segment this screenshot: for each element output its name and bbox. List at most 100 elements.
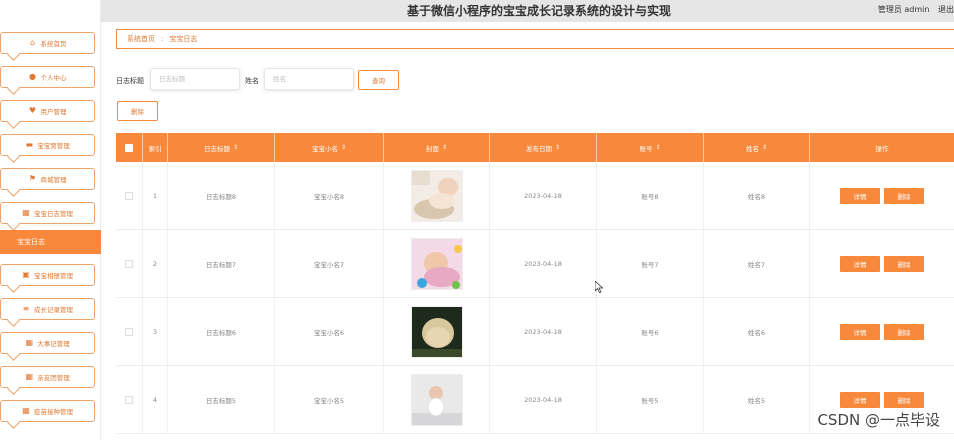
cell-nickname: 宝宝小名7 [275,230,384,298]
detail-button[interactable]: 详情 [840,256,880,272]
sidebar-item-album[interactable]: ▣ 宝宝相册管理 [0,264,95,286]
cell-date: 2023-04-18 [490,366,597,434]
sidebar-item-label: 疫苗接种管理 [34,408,73,416]
crib-icon: ▬ [25,140,34,149]
sidebar-item-vaccine[interactable]: ▦ 疫苗接种管理 [0,400,95,422]
sidebar-item-shop[interactable]: ⚑ 商城管理 [0,168,95,190]
table-row: 1 日志标题8 宝宝小名8 2023-04-18 账号8 姓名8 详情 删除 [116,162,954,230]
cell-index: 1 [143,162,168,230]
top-header: 基于微信小程序的宝宝成长记录系统的设计与实现 管理员 admin 退出 [101,0,954,22]
grid-icon: ▦ [22,208,30,217]
breadcrumb-separator: : [161,35,164,43]
cell-name: 姓名8 [704,162,810,230]
header-select-all[interactable] [116,133,143,162]
column-nickname[interactable]: 宝宝小名 ⇕ [275,133,384,162]
search-name-input[interactable] [264,68,354,90]
sidebar: ⌂ 系统首页 ● 个人中心 ♥ 用户管理 ▬ 宝宝窝管理 ⚑ 商城管理 ▦ 宝宝… [0,0,101,440]
cover-image [410,170,463,222]
grid-icon: ▦ [22,406,30,415]
cell-nickname: 宝宝小名5 [275,366,384,434]
header-user-area: 管理员 admin 退出 [872,4,954,15]
sort-icon: ⇕ [441,144,448,151]
cell-account: 账号5 [597,366,704,434]
sort-icon: ⇕ [761,144,768,151]
search-title-label: 日志标题 [116,77,144,85]
mouse-cursor-icon [595,281,603,293]
sidebar-item-users[interactable]: ♥ 用户管理 [0,100,95,122]
sidebar-item-family[interactable]: ▦ 亲友团管理 [0,366,95,388]
sidebar-item-profile[interactable]: ● 个人中心 [0,66,95,88]
sidebar-item-home[interactable]: ⌂ 系统首页 [0,32,95,54]
column-date[interactable]: 发布日期 ⇕ [490,133,597,162]
search-title-input[interactable] [150,68,240,90]
delete-button[interactable]: 删除 [884,256,924,272]
users-icon: ♥ [28,106,37,115]
column-title[interactable]: 日志标题 ⇕ [168,133,275,162]
cell-name: 姓名6 [704,298,810,366]
delete-button[interactable]: 删除 [884,188,924,204]
cell-date: 2023-04-18 [490,298,597,366]
sidebar-item-label: 宝宝日志管理 [34,210,73,218]
flag-icon: ⚑ [28,174,37,183]
user-icon: ● [29,72,36,81]
column-name[interactable]: 姓名 ⇕ [704,133,810,162]
cell-account: 账号6 [597,298,704,366]
delete-button[interactable]: 删除 [884,392,924,408]
batch-delete-button[interactable]: 删除 [117,101,158,121]
watermark-text: CSDN @一点毕设 [817,411,940,429]
cell-index: 4 [143,366,168,434]
list-icon: ≡ [22,304,30,313]
cell-name: 姓名5 [704,366,810,434]
breadcrumb: 系统首页 : 宝宝日志 [116,29,954,49]
sidebar-item-label: 成长记录管理 [34,306,73,314]
sidebar-item-label: 个人中心 [40,74,67,82]
cell-title: 日志标题7 [168,230,275,298]
cell-account: 账号8 [597,162,704,230]
detail-button[interactable]: 详情 [840,392,880,408]
cell-title: 日志标题5 [168,366,275,434]
cell-actions: 详情 删除 [810,298,954,366]
cell-nickname: 宝宝小名8 [275,162,384,230]
cell-date: 2023-04-18 [490,230,597,298]
row-checkbox[interactable] [125,396,133,404]
select-all-checkbox[interactable] [125,143,133,152]
user-label: 管理员 admin [877,5,930,14]
cell-index: 3 [143,298,168,366]
query-button[interactable]: 查询 [358,70,399,90]
column-index: 索引 [143,133,168,162]
detail-button[interactable]: 详情 [840,324,880,340]
cell-name: 姓名7 [704,230,810,298]
cover-image [410,306,463,358]
grid-icon: ▦ [25,338,34,347]
sidebar-item-events[interactable]: ▦ 大事记管理 [0,332,95,354]
sidebar-item-label: 商城管理 [40,176,67,184]
cell-account: 账号7 [597,230,704,298]
sidebar-item-crib[interactable]: ▬ 宝宝窝管理 [0,134,95,156]
sidebar-item-log[interactable]: ▦ 宝宝日志管理 [0,202,95,224]
sidebar-item-label: 宝宝窝管理 [37,142,70,150]
page-title: 基于微信小程序的宝宝成长记录系统的设计与实现 [407,4,672,18]
sidebar-item-label: 大事记管理 [37,340,70,348]
sidebar-item-growth[interactable]: ≡ 成长记录管理 [0,298,95,320]
row-checkbox[interactable] [125,260,133,268]
home-icon: ⌂ [29,38,36,47]
breadcrumb-home[interactable]: 系统首页 [127,34,155,44]
sidebar-item-label: 宝宝相册管理 [34,272,73,280]
logout-link[interactable]: 退出 [938,5,954,14]
sidebar-subitem-log-active[interactable]: 宝宝日志 [0,230,101,254]
cover-image [410,374,463,426]
sort-icon: ⇕ [655,144,661,151]
cover-image [410,238,463,290]
delete-button[interactable]: 删除 [884,324,924,340]
column-cover[interactable]: 封面 ⇕ [384,133,490,162]
cell-title: 日志标题6 [168,298,275,366]
cell-actions: 详情 删除 [810,162,954,230]
table-row: 2 日志标题7 宝宝小名7 2023-04-18 账号7 姓名7 详情 删除 [116,230,954,298]
column-account[interactable]: 账号 ⇕ [597,133,704,162]
cell-date: 2023-04-18 [490,162,597,230]
row-checkbox[interactable] [125,192,133,200]
row-checkbox[interactable] [125,328,133,336]
detail-button[interactable]: 详情 [840,188,880,204]
cell-actions: 详情 删除 [810,230,954,298]
sidebar-item-label: 用户管理 [40,108,67,116]
